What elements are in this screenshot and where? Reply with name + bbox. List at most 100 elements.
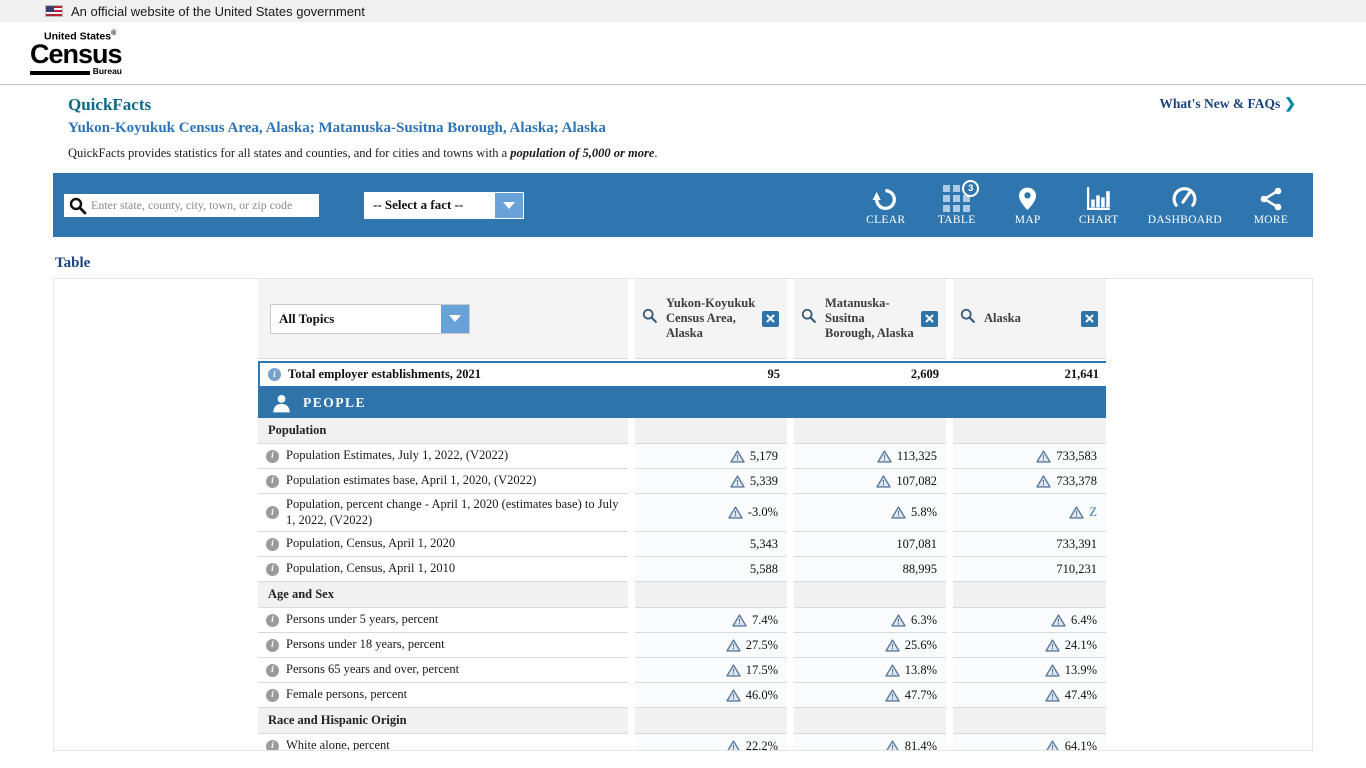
svg-text:!: ! <box>1076 509 1079 518</box>
highlighted-row[interactable]: i Total employer establishments, 2021 95… <box>258 361 1106 388</box>
warning-triangle-icon[interactable]: ! <box>726 639 741 652</box>
toolbar-map-button[interactable]: MAP <box>1006 184 1050 226</box>
svg-text:!: ! <box>732 667 735 676</box>
site-header: United States® Census Bureau <box>0 22 1366 85</box>
table-row[interactable]: iPopulation, percent change - April 1, 2… <box>258 494 1106 532</box>
row-value: !13.8% <box>794 658 946 683</box>
info-icon[interactable]: i <box>266 475 279 488</box>
warning-triangle-icon[interactable]: ! <box>885 639 900 652</box>
info-icon[interactable]: i <box>266 538 279 551</box>
census-logo[interactable]: United States® Census Bureau <box>30 30 122 76</box>
toolbar-button-label: CLEAR <box>866 214 905 226</box>
svg-text:!: ! <box>738 617 741 626</box>
warning-triangle-icon[interactable]: ! <box>1036 450 1051 463</box>
info-icon[interactable]: i <box>266 740 279 752</box>
search-icon[interactable] <box>801 308 817 329</box>
toolbar-more-button[interactable]: MORE <box>1249 184 1293 226</box>
info-icon[interactable]: i <box>266 664 279 677</box>
warning-triangle-icon[interactable]: ! <box>885 689 900 702</box>
info-icon[interactable]: i <box>266 614 279 627</box>
warning-triangle-icon[interactable]: ! <box>1051 614 1066 627</box>
warning-triangle-icon[interactable]: ! <box>885 664 900 677</box>
section-header-label: Population <box>258 418 628 444</box>
search-icon <box>69 197 87 215</box>
row-value: !25.6% <box>794 633 946 658</box>
row-value: 733,391 <box>953 532 1106 557</box>
whats-new-link[interactable]: What's New & FAQs❯ <box>1159 96 1296 113</box>
table-heading: Table <box>55 255 1366 272</box>
toolbar-chart-button[interactable]: CHART <box>1077 184 1121 226</box>
warning-triangle-icon[interactable]: ! <box>1045 689 1060 702</box>
table-row[interactable]: iFemale persons, percent!46.0%!47.7%!47.… <box>258 683 1106 708</box>
warning-triangle-icon[interactable]: ! <box>726 740 741 752</box>
search-icon[interactable] <box>642 308 658 329</box>
table-row[interactable]: iPopulation, Census, April 1, 20105,5888… <box>258 557 1106 582</box>
info-icon[interactable]: i <box>266 506 279 519</box>
warning-triangle-icon[interactable]: ! <box>726 689 741 702</box>
info-icon[interactable]: i <box>266 450 279 463</box>
warning-triangle-icon[interactable]: ! <box>730 475 745 488</box>
toolbar-dashboard-button[interactable]: DASHBOARD <box>1148 184 1222 226</box>
footnote-link[interactable]: Z <box>1089 505 1097 520</box>
row-label: iPopulation estimates base, April 1, 202… <box>258 469 628 494</box>
warning-triangle-icon[interactable]: ! <box>876 475 891 488</box>
table-row[interactable]: iWhite alone, percent!22.2%!81.4%!64.1% <box>258 734 1106 751</box>
table-row[interactable]: iPopulation estimates base, April 1, 202… <box>258 469 1106 494</box>
geo-name: Alaska <box>976 311 1081 326</box>
svg-text:!: ! <box>732 642 735 651</box>
warning-triangle-icon[interactable]: ! <box>885 740 900 752</box>
row-label: iPopulation, Census, April 1, 2020 <box>258 532 628 557</box>
table-row[interactable]: iPopulation Estimates, July 1, 2022, (V2… <box>258 444 1106 469</box>
chevron-right-icon: ❯ <box>1284 97 1296 112</box>
row-value: !107,082 <box>794 469 946 494</box>
svg-text:!: ! <box>891 743 894 751</box>
svg-text:!: ! <box>1057 617 1060 626</box>
toolbar-button-label: CHART <box>1079 214 1119 226</box>
info-icon[interactable]: i <box>268 368 281 381</box>
grid-icon: 3 <box>943 184 970 213</box>
warning-triangle-icon[interactable]: ! <box>891 506 906 519</box>
geography-subtitle: Yukon-Koyukuk Census Area, Alaska; Matan… <box>68 120 1366 137</box>
warning-triangle-icon[interactable]: ! <box>1069 506 1084 519</box>
warning-triangle-icon[interactable]: ! <box>726 664 741 677</box>
close-icon[interactable] <box>1081 311 1098 327</box>
close-icon[interactable] <box>762 311 779 327</box>
warning-triangle-icon[interactable]: ! <box>891 614 906 627</box>
table-row[interactable]: iPersons under 18 years, percent!27.5%!2… <box>258 633 1106 658</box>
svg-text:!: ! <box>736 453 739 462</box>
all-topics-dropdown[interactable]: All Topics <box>270 304 470 334</box>
chevron-down-icon[interactable] <box>495 193 523 218</box>
warning-triangle-icon[interactable]: ! <box>728 506 743 519</box>
toolbar-button-label: TABLE <box>938 214 976 226</box>
row-value: !27.5% <box>635 633 787 658</box>
warning-triangle-icon[interactable]: ! <box>1045 740 1060 752</box>
census-logo-wordmark: Census <box>30 43 122 66</box>
warning-triangle-icon[interactable]: ! <box>1045 664 1060 677</box>
toolbar-clear-button[interactable]: CLEAR <box>864 184 908 226</box>
svg-text:!: ! <box>732 692 735 701</box>
row-label: iFemale persons, percent <box>258 683 628 708</box>
table-row[interactable]: iPopulation, Census, April 1, 20205,3431… <box>258 532 1106 557</box>
table-row[interactable]: iPersons under 5 years, percent!7.4%!6.3… <box>258 608 1106 633</box>
chevron-down-icon[interactable] <box>441 305 469 333</box>
info-icon[interactable]: i <box>266 639 279 652</box>
info-icon[interactable]: i <box>266 563 279 576</box>
row-value: !64.1% <box>953 734 1106 751</box>
warning-triangle-icon[interactable]: ! <box>730 450 745 463</box>
toolbar-table-button[interactable]: 3TABLE <box>935 184 979 226</box>
warning-triangle-icon[interactable]: ! <box>1036 475 1051 488</box>
search-input[interactable] <box>64 194 319 217</box>
info-icon[interactable]: i <box>266 689 279 702</box>
warning-triangle-icon[interactable]: ! <box>732 614 747 627</box>
warning-triangle-icon[interactable]: ! <box>877 450 892 463</box>
table-row[interactable]: iPersons 65 years and over, percent!17.5… <box>258 658 1106 683</box>
close-icon[interactable] <box>921 311 938 327</box>
row-value: !733,583 <box>953 444 1106 469</box>
row-value: !22.2% <box>635 734 787 751</box>
bar-chart-icon <box>1085 184 1112 213</box>
warning-triangle-icon[interactable]: ! <box>1045 639 1060 652</box>
select-a-fact-dropdown[interactable]: -- Select a fact -- <box>364 192 524 219</box>
logo-underline <box>30 71 90 75</box>
search-icon[interactable] <box>960 308 976 329</box>
undo-icon <box>872 184 899 213</box>
